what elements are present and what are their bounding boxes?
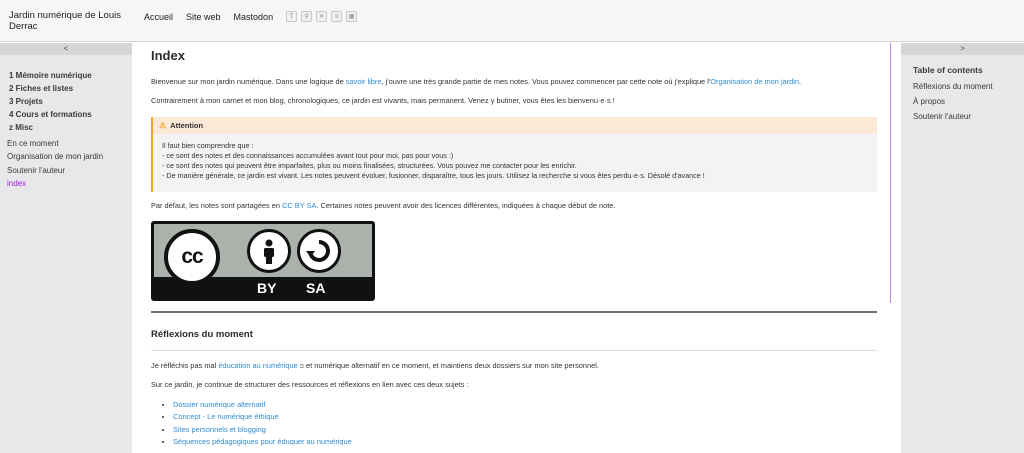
savoir-libre-link[interactable]: savoir libre <box>346 77 382 86</box>
callout-line: - ce sont des notes qui peuvent être imp… <box>162 161 577 170</box>
list-item-link[interactable]: Séquences pédagogiques pour éduquer au n… <box>173 436 877 449</box>
right-collapse-button[interactable]: > <box>901 43 1024 55</box>
attribution-icon <box>247 229 291 273</box>
toc-item-a-propos[interactable]: À propos <box>913 94 1024 109</box>
text-icon[interactable]: T <box>286 11 298 22</box>
intro-paragraph-2: Contrairement à mon carnet et mon blog, … <box>151 96 615 105</box>
toc-item-reflexions[interactable]: Réflexions du moment <box>913 79 1024 94</box>
badge-sa-text: SA <box>306 280 326 296</box>
table-of-contents: Table of contents Réflexions du moment À… <box>901 55 1024 124</box>
nav-mastodon[interactable]: Mastodon <box>234 12 274 22</box>
badge-by-text: BY <box>257 280 277 296</box>
sidebar-item-organisation[interactable]: Organisation de mon jardin <box>7 150 132 163</box>
cc-logo-icon: cc <box>164 229 220 285</box>
sidebar-item-index[interactable]: index <box>7 177 132 190</box>
cc-by-sa-link[interactable]: CC BY SA <box>282 201 316 210</box>
callout-line: Il faut bien comprendre que : <box>162 141 254 150</box>
sidebar-folder-cours[interactable]: 4 Cours et formations <box>9 108 132 121</box>
related-notes-list: Dossier numérique alternatif Concept - L… <box>151 399 877 449</box>
graph-icon[interactable]: ▦ <box>346 11 358 22</box>
left-nav: 1 Mémoire numérique 2 Fiches et listes 3… <box>0 55 132 190</box>
list-item-link[interactable]: Dossier numérique alternatif <box>173 399 877 412</box>
cc-by-sa-badge: cc BY SA <box>151 221 375 301</box>
top-nav: Accueil Site web Mastodon T ⚲ ✕ ≡ ▦ <box>144 11 361 22</box>
list-icon[interactable]: ≡ <box>331 11 343 22</box>
shuffle-icon[interactable]: ✕ <box>316 11 328 22</box>
warning-icon: ⚠ <box>159 121 167 130</box>
organisation-link[interactable]: Organisation de mon jardin <box>710 77 799 86</box>
sidebar-folder-projets[interactable]: 3 Projets <box>9 95 132 108</box>
reflexions-paragraph-2: Sur ce jardin, je continue de structurer… <box>151 379 469 389</box>
section-divider <box>151 311 877 313</box>
callout-body: Il faut bien comprendre que : - ce sont … <box>153 134 877 181</box>
nav-accueil[interactable]: Accueil <box>144 12 173 22</box>
article: Index Bienvenue sur mon jardin numérique… <box>151 43 877 453</box>
left-collapse-button[interactable]: < <box>0 43 132 55</box>
share-alike-icon <box>297 229 341 273</box>
intro-paragraph: Bienvenue sur mon jardin numérique. Dans… <box>151 77 802 86</box>
search-icon[interactable]: ⚲ <box>301 11 313 22</box>
list-item-link[interactable]: Concept - Le numérique éthique <box>173 411 877 424</box>
top-bar: Jardin numérique de Louis Derrac Accueil… <box>0 0 1024 42</box>
content-divider <box>890 43 891 303</box>
license-paragraph: Par défaut, les notes sont partagées en … <box>151 201 616 210</box>
toc-item-soutenir[interactable]: Soutenir l'auteur <box>913 109 1024 124</box>
sidebar-folder-misc[interactable]: z Misc <box>9 121 132 134</box>
left-sidebar: < 1 Mémoire numérique 2 Fiches et listes… <box>0 43 132 453</box>
education-numerique-link[interactable]: éducation au numérique <box>218 361 297 370</box>
page-title: Index <box>151 48 185 63</box>
sidebar-item-en-ce-moment[interactable]: En ce moment <box>7 137 132 150</box>
sidebar-folder-fiches[interactable]: 2 Fiches et listes <box>9 82 132 95</box>
section-title: Réflexions du moment <box>151 329 877 351</box>
right-sidebar: > Table of contents Réflexions du moment… <box>901 43 1024 453</box>
callout-title: Attention <box>170 121 204 130</box>
nav-site-web[interactable]: Site web <box>186 12 221 22</box>
sidebar-folder-memoire[interactable]: 1 Mémoire numérique <box>9 69 132 82</box>
list-item-link[interactable]: Sites personnels et blogging <box>173 424 877 437</box>
toc-title: Table of contents <box>913 65 983 75</box>
reflexions-paragraph: Je réfléchis pas mal éducation au numéri… <box>151 360 599 370</box>
site-title[interactable]: Jardin numérique de Louis Derrac <box>9 10 129 32</box>
main-content: Index Bienvenue sur mon jardin numérique… <box>132 43 901 453</box>
sidebar-item-soutenir[interactable]: Soutenir l'auteur <box>7 164 132 177</box>
callout-line: - De manière générale, ce jardin est viv… <box>162 171 705 180</box>
callout-line: - ce sont des notes et des connaissances… <box>162 151 454 160</box>
attention-callout: ⚠ Attention Il faut bien comprendre que … <box>151 117 877 192</box>
callout-header[interactable]: ⚠ Attention <box>153 117 877 134</box>
